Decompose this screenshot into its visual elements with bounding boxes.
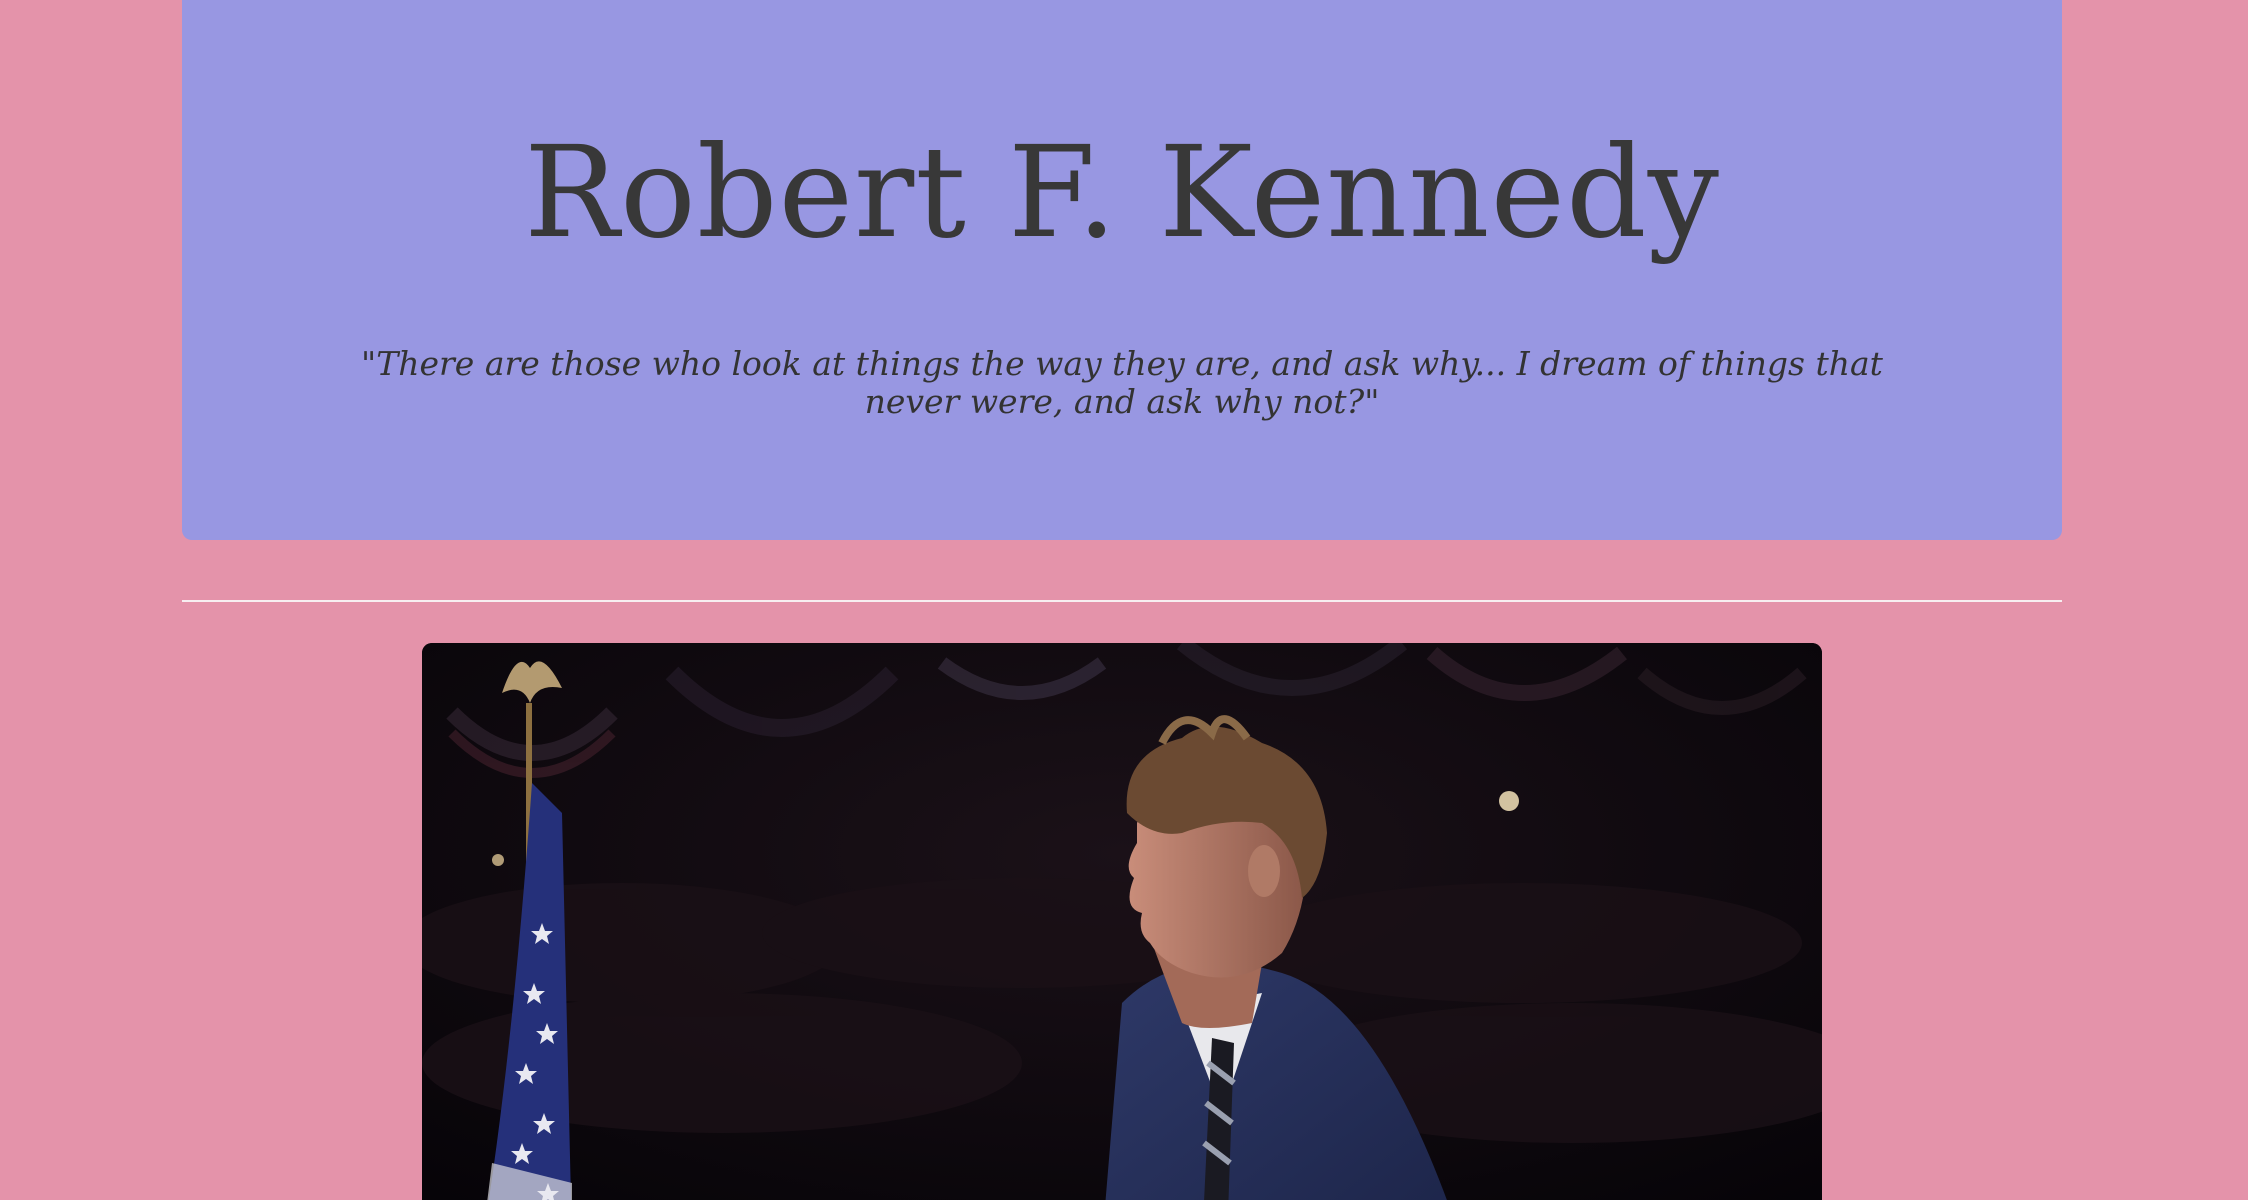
kennedy-photo bbox=[422, 643, 1822, 1200]
divider bbox=[182, 600, 2062, 602]
header-jumbotron: Robert F. Kennedy "There are those who l… bbox=[182, 0, 2062, 540]
page-title: Robert F. Kennedy bbox=[524, 119, 1720, 266]
kennedy-photo-illustration bbox=[422, 643, 1822, 1200]
quote-text: "There are those who look at things the … bbox=[361, 344, 1883, 421]
